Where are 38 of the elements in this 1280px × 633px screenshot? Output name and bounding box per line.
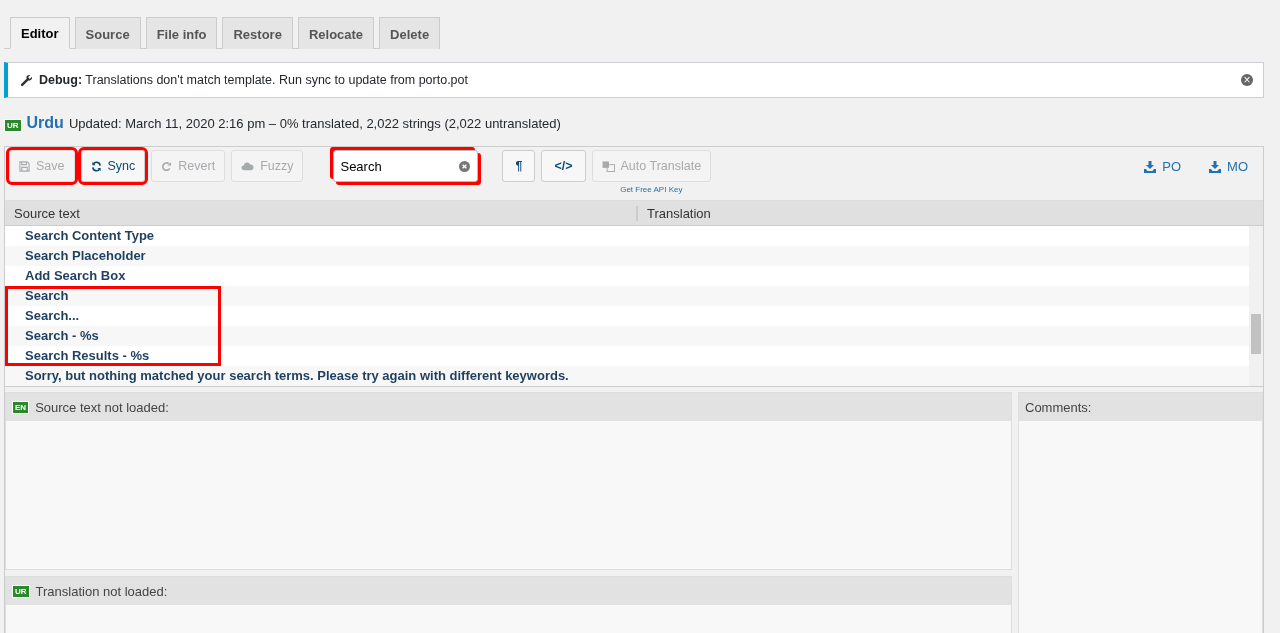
locale-link[interactable]: Urdu (26, 114, 64, 132)
tab[interactable]: Relocate (297, 17, 375, 49)
pane-title: Comments: (1025, 399, 1092, 415)
tab[interactable]: Editor (10, 17, 70, 49)
sync-button[interactable]: Sync (80, 150, 146, 182)
clear-icon[interactable] (459, 160, 471, 172)
search-field[interactable]: Search (333, 150, 479, 182)
download-link[interactable]: PO (1144, 159, 1182, 174)
cloud-icon (241, 161, 255, 171)
locale-summary: Updated: March 11, 2020 2:16 pm – 0% translated, 2,022 strings (2,022 untranslated) (68, 116, 561, 131)
column-header[interactable]: Source text (5, 205, 638, 221)
translate-icon (601, 160, 615, 172)
close-button[interactable]: × (1241, 74, 1253, 86)
tab[interactable]: File info (145, 17, 218, 49)
download-icon (1209, 160, 1222, 173)
download-icon (1144, 160, 1157, 173)
scrollbar[interactable] (1249, 226, 1263, 386)
pane-title: Source text not loaded: (35, 399, 169, 415)
download-link[interactable]: MO (1209, 159, 1248, 174)
column-header[interactable]: Translation (638, 205, 711, 221)
toggle-button[interactable]: ¶ (502, 150, 536, 182)
floppy-icon (19, 160, 30, 172)
language-badge: EN (12, 400, 30, 414)
wrench-icon (20, 73, 33, 87)
notice-text: Debug: Translations don't match template. Run sync to update from porto.pot (39, 73, 469, 87)
string-row[interactable]: Search - %s (5, 326, 1249, 346)
locale-badge: UR (4, 119, 22, 132)
undo-icon (161, 160, 173, 172)
string-row[interactable]: Sorry, but nothing matched your search terms. Please try again with different keywords. (5, 366, 1249, 386)
sync-icon (90, 160, 102, 172)
pane-title: Translation not loaded: (35, 583, 168, 599)
tab[interactable]: Delete (379, 17, 441, 49)
tab[interactable]: Source (74, 17, 141, 49)
toggle-button[interactable]: </> (541, 150, 586, 182)
language-badge: UR (12, 584, 30, 598)
string-row[interactable]: Search (5, 286, 1249, 306)
string-row[interactable]: Search Placeholder (5, 246, 1249, 266)
tab[interactable]: Restore (222, 17, 293, 49)
